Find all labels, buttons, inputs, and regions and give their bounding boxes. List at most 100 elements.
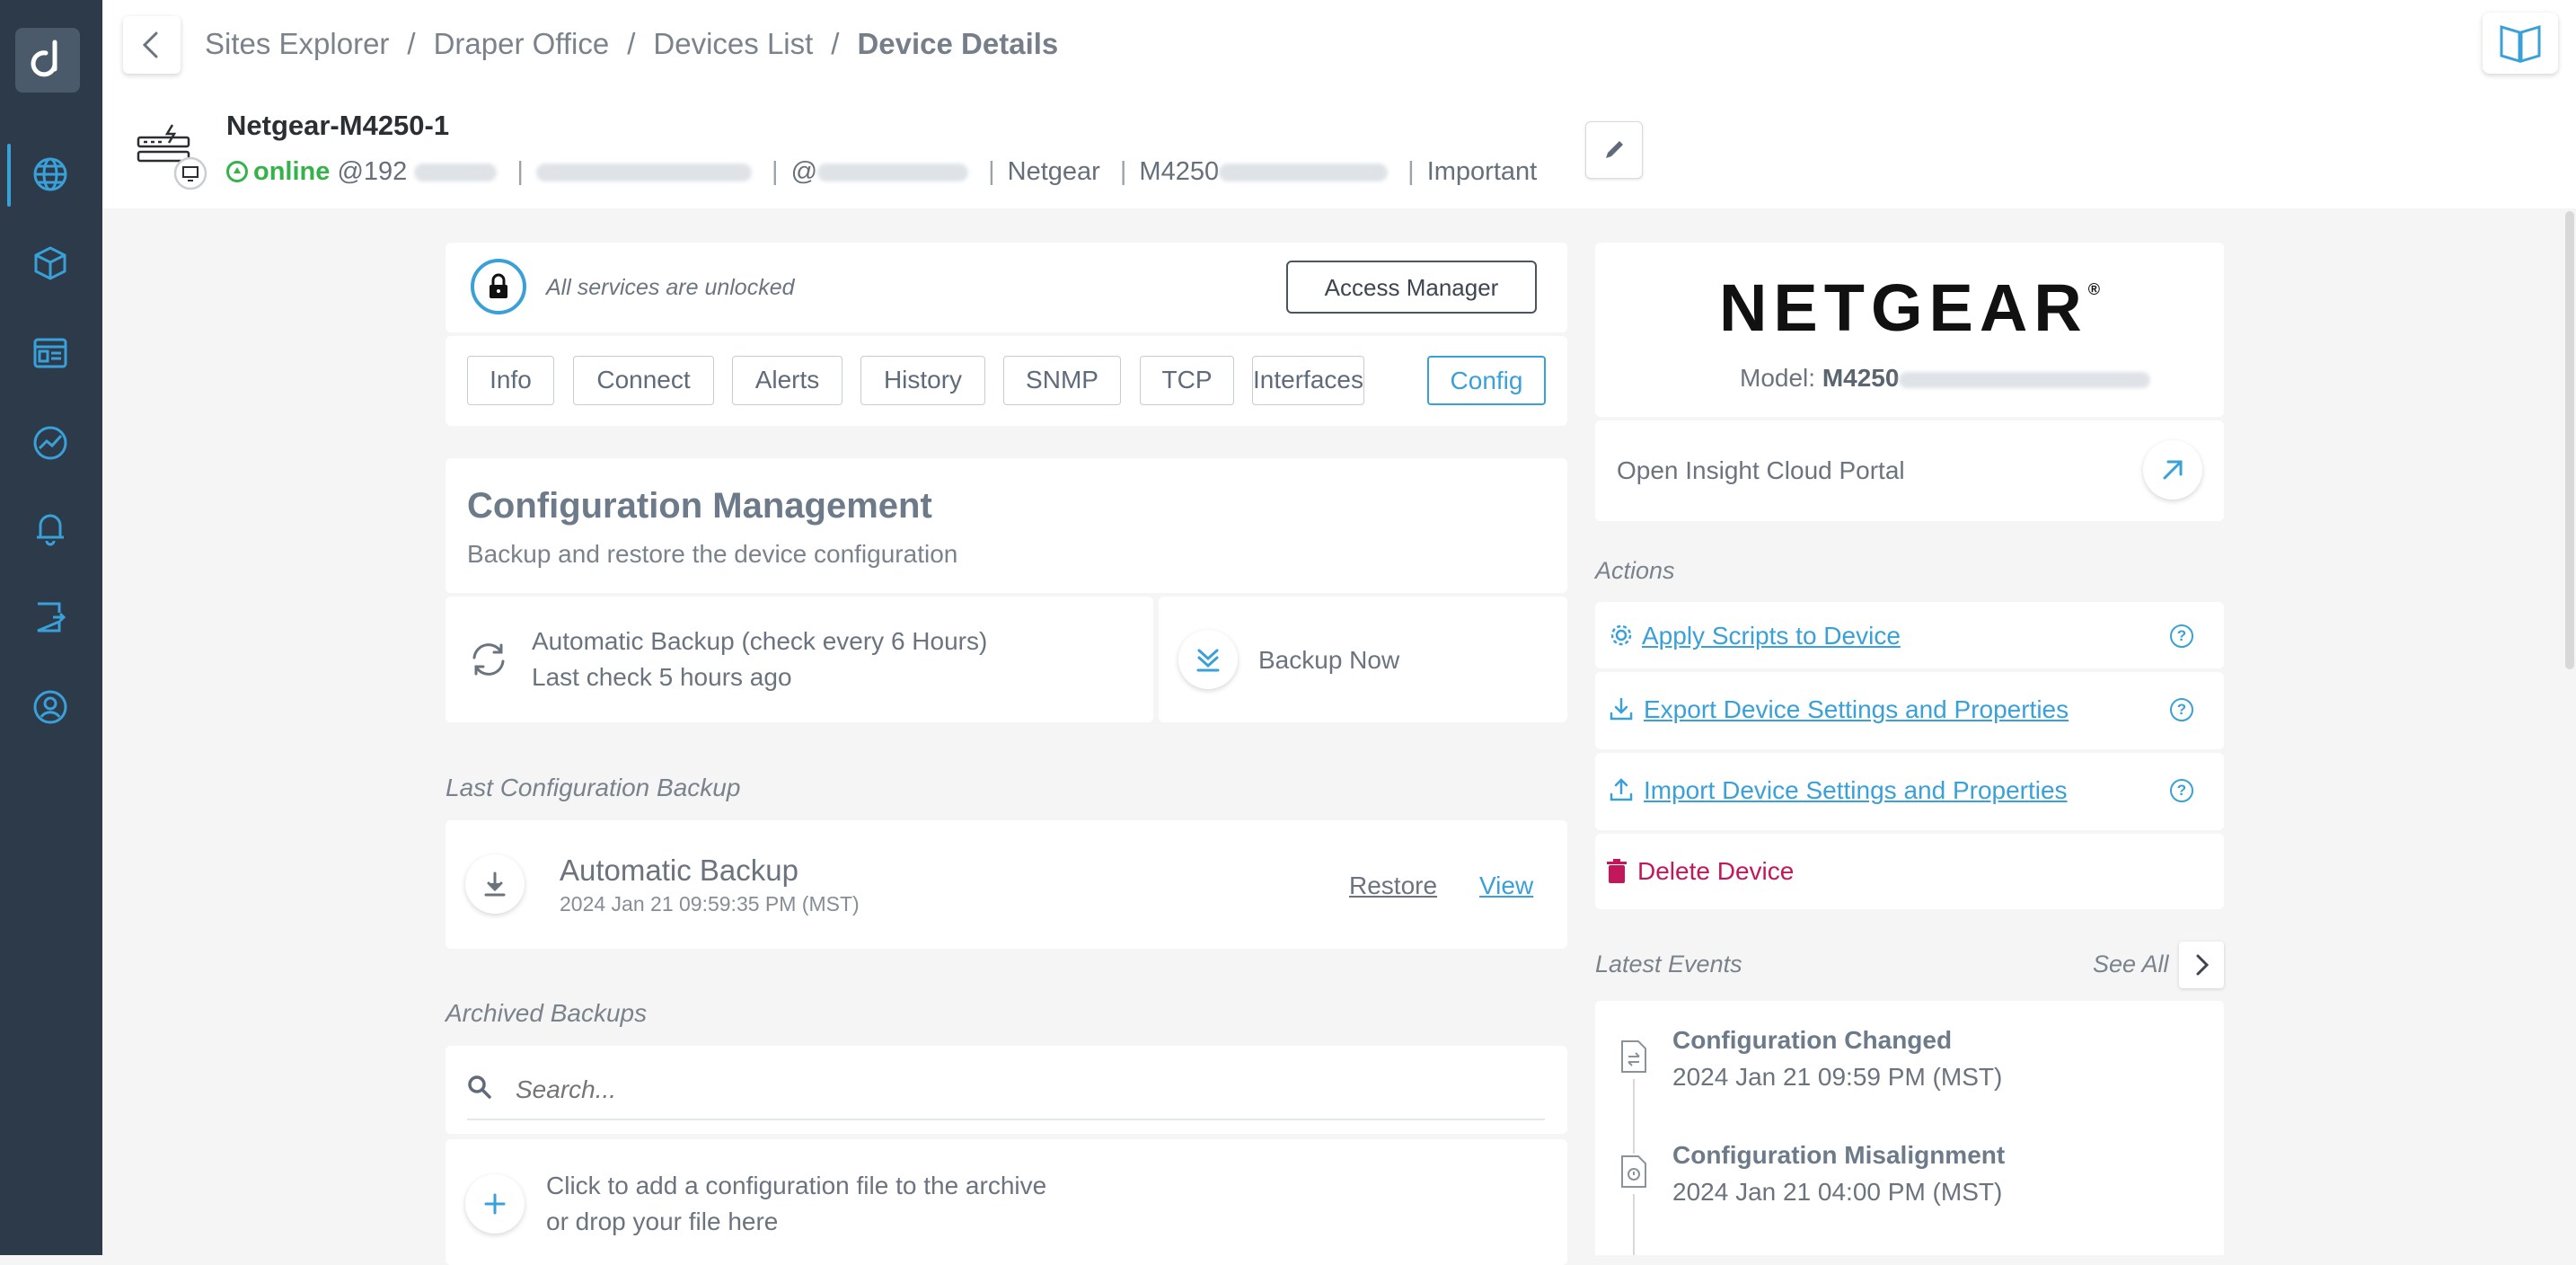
export-download-icon bbox=[1608, 695, 1635, 727]
event-date: 2024 Jan 21 04:00 PM (MST) bbox=[1672, 1178, 2003, 1206]
insight-portal-label[interactable]: Open Insight Cloud Portal bbox=[1617, 456, 1905, 485]
double-chevron-down-icon bbox=[1196, 649, 1220, 672]
import-settings-link[interactable]: Import Device Settings and Properties bbox=[1644, 776, 2068, 805]
config-misalignment-icon bbox=[1619, 1154, 1649, 1194]
user-account-icon[interactable] bbox=[26, 683, 75, 731]
dashboard-panel-icon[interactable] bbox=[26, 329, 75, 377]
tab-interfaces[interactable]: Interfaces bbox=[1252, 356, 1364, 405]
event-title[interactable]: Configuration Misalignment bbox=[1672, 1141, 2005, 1170]
online-status-icon bbox=[226, 161, 248, 182]
device-priority: Important bbox=[1426, 157, 1538, 186]
netgear-logo: NETGEAR® bbox=[1595, 270, 2224, 346]
tab-tcp[interactable]: TCP bbox=[1140, 356, 1234, 405]
apply-scripts-link[interactable]: Apply Scripts to Device bbox=[1642, 622, 1901, 650]
auto-backup-last-check: Last check 5 hours ago bbox=[532, 663, 792, 691]
tab-snmp[interactable]: SNMP bbox=[1003, 356, 1121, 405]
app-logo[interactable] bbox=[15, 28, 80, 93]
tab-alerts[interactable]: Alerts bbox=[732, 356, 842, 405]
device-status: online bbox=[253, 157, 331, 186]
archived-backups-label: Archived Backups bbox=[446, 999, 648, 1027]
redacted-mac bbox=[535, 164, 752, 182]
device-name: Netgear-M4250-1 bbox=[226, 110, 450, 141]
lock-status-text: All services are unlocked bbox=[546, 275, 795, 300]
gear-icon bbox=[1608, 622, 1635, 653]
netgear-logo-mark: ® bbox=[2087, 280, 2101, 298]
sites-globe-icon[interactable] bbox=[26, 150, 75, 199]
restore-link[interactable]: Restore bbox=[1349, 871, 1437, 900]
backup-now-button[interactable] bbox=[1178, 630, 1238, 689]
redacted-model-detail bbox=[1899, 371, 2151, 388]
alerts-bell-icon[interactable] bbox=[26, 503, 75, 552]
download-icon bbox=[484, 871, 506, 897]
breadcrumb: Sites Explorer / Draper Office / Devices Lis… bbox=[205, 27, 1059, 60]
add-archive-button[interactable] bbox=[465, 1174, 525, 1234]
lock-status-indicator bbox=[471, 259, 526, 314]
event-title[interactable]: Configuration Changed bbox=[1672, 1026, 1952, 1055]
view-link[interactable]: View bbox=[1479, 871, 1533, 900]
device-at: @ bbox=[790, 157, 818, 186]
config-title: Configuration Management bbox=[467, 486, 932, 526]
archive-search-input[interactable] bbox=[514, 1069, 1550, 1110]
device-meta: online @192 | | @ | Netgear | M4250 | Import… bbox=[226, 157, 1537, 187]
help-circle-icon[interactable]: ? bbox=[2170, 698, 2193, 721]
add-archive-dropzone[interactable] bbox=[446, 1139, 1567, 1265]
redacted-hostname bbox=[817, 164, 969, 182]
breadcrumb-devices-list[interactable]: Devices List bbox=[653, 27, 813, 60]
edit-device-button[interactable] bbox=[1585, 121, 1643, 179]
tab-config[interactable]: Config bbox=[1427, 356, 1546, 405]
delete-device-link[interactable]: Delete Device bbox=[1637, 857, 1794, 886]
breadcrumb-sites-explorer[interactable]: Sites Explorer bbox=[205, 27, 389, 60]
see-all-link[interactable]: See All bbox=[2093, 951, 2169, 978]
reports-document-icon[interactable] bbox=[26, 593, 75, 641]
config-changed-icon bbox=[1619, 1039, 1649, 1079]
vendor-model: Model: M4250 bbox=[1740, 364, 2151, 393]
netgear-logo-text: NETGEAR bbox=[1718, 270, 2088, 345]
chevron-right-icon bbox=[2196, 954, 2210, 976]
documentation-button[interactable] bbox=[2483, 13, 2558, 74]
model-value: M4250 bbox=[1822, 364, 1900, 392]
trash-icon bbox=[1604, 858, 1629, 889]
sidebar-active-indicator bbox=[7, 144, 11, 207]
sync-refresh-icon bbox=[465, 636, 512, 687]
download-backup-button[interactable] bbox=[465, 854, 525, 914]
device-model: M4250 bbox=[1139, 157, 1220, 186]
open-portal-button[interactable] bbox=[2143, 440, 2202, 500]
pencil-icon bbox=[1606, 141, 1623, 158]
back-button[interactable] bbox=[123, 16, 181, 74]
redacted-model-suffix bbox=[1219, 164, 1389, 182]
model-label: Model: bbox=[1740, 364, 1816, 392]
plus-icon bbox=[484, 1193, 506, 1215]
export-settings-link[interactable]: Export Device Settings and Properties bbox=[1644, 695, 2069, 724]
help-circle-icon[interactable]: ? bbox=[2170, 624, 2193, 648]
see-all-button[interactable] bbox=[2179, 942, 2224, 988]
last-backup-label: Last Configuration Backup bbox=[446, 774, 741, 801]
switch-device-icon bbox=[133, 121, 210, 193]
device-vendor: Netgear bbox=[1007, 157, 1100, 186]
last-backup-date: 2024 Jan 21 09:59:35 PM (MST) bbox=[560, 892, 860, 916]
backup-now-label[interactable]: Backup Now bbox=[1258, 646, 1399, 675]
external-arrow-icon bbox=[2163, 460, 2183, 480]
event-date: 2024 Jan 21 09:59 PM (MST) bbox=[1672, 1063, 2003, 1091]
tab-connect[interactable]: Connect bbox=[573, 356, 714, 405]
breadcrumb-draper-office[interactable]: Draper Office bbox=[434, 27, 610, 60]
book-icon bbox=[2500, 24, 2541, 64]
search-icon bbox=[463, 1071, 496, 1108]
help-circle-icon[interactable]: ? bbox=[2170, 779, 2193, 802]
last-backup-name: Automatic Backup bbox=[560, 854, 798, 887]
chevron-left-icon bbox=[142, 31, 158, 58]
auto-backup-schedule: Automatic Backup (check every 6 Hours) bbox=[532, 627, 988, 655]
devices-cube-icon[interactable] bbox=[26, 239, 75, 288]
page-scrollbar[interactable] bbox=[2565, 211, 2574, 669]
breadcrumb-current: Device Details bbox=[857, 27, 1059, 60]
add-archive-line2: or drop your file here bbox=[546, 1208, 779, 1235]
redacted-ip bbox=[414, 164, 498, 182]
import-upload-icon bbox=[1608, 776, 1635, 808]
access-manager-button[interactable]: Access Manager bbox=[1286, 261, 1537, 314]
monitoring-chart-icon[interactable] bbox=[26, 419, 75, 467]
add-archive-line1: Click to add a configuration file to the… bbox=[546, 1172, 1047, 1199]
latest-events-label: Latest Events bbox=[1595, 951, 1742, 978]
tab-history[interactable]: History bbox=[860, 356, 985, 405]
search-underline bbox=[467, 1119, 1545, 1120]
actions-label: Actions bbox=[1595, 557, 1675, 584]
tab-info[interactable]: Info bbox=[467, 356, 554, 405]
